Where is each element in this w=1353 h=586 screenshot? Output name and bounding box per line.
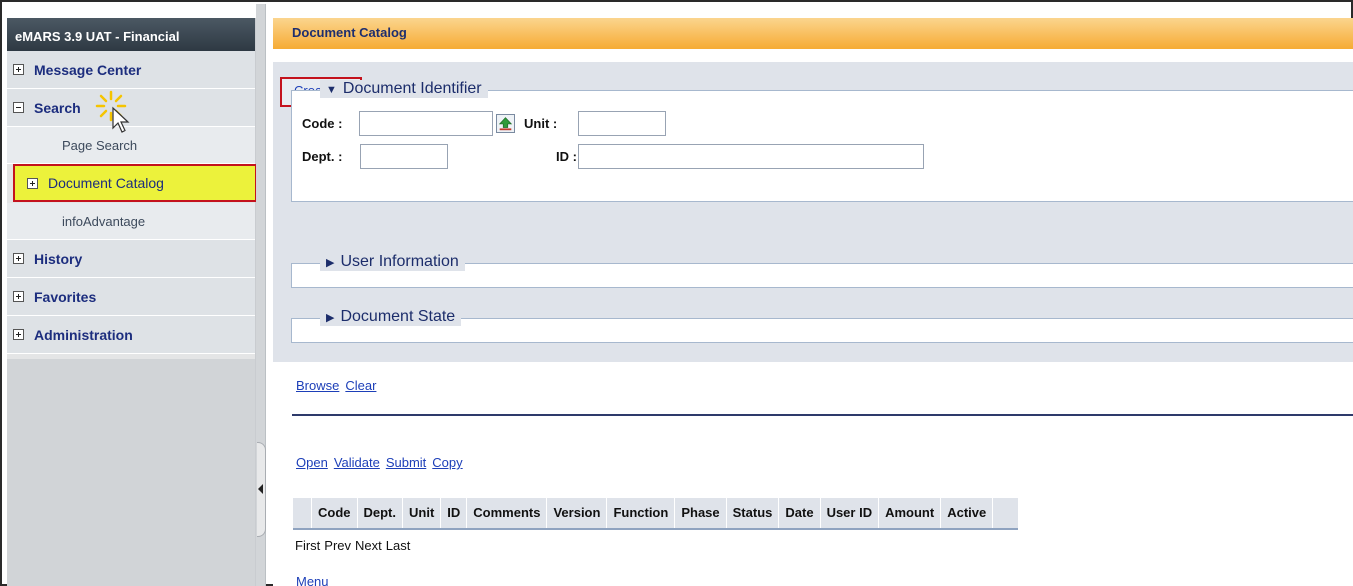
- open-link[interactable]: Open: [296, 455, 328, 470]
- section-toggle-user-information[interactable]: ▶ User Information: [320, 253, 465, 271]
- expand-icon: [13, 291, 24, 302]
- document-actions: Open Validate Submit Copy: [296, 455, 469, 470]
- results-table-header: Code Dept. Unit ID Comments Version Func…: [293, 498, 1019, 530]
- copy-link[interactable]: Copy: [432, 455, 462, 470]
- application-window: eMARS 3.9 UAT - Financial Message Center…: [0, 0, 1353, 586]
- expand-icon: [13, 64, 24, 75]
- sidebar-item-document-catalog[interactable]: Document Catalog: [13, 164, 257, 202]
- column-header-amount[interactable]: Amount: [879, 498, 942, 528]
- sidebar-item-history[interactable]: History: [7, 240, 255, 278]
- expand-icon: [13, 329, 24, 340]
- main-content: Document Catalog Create ▼Document Identi…: [273, 18, 1353, 586]
- sidebar-item-label: Page Search: [62, 137, 138, 153]
- validate-link[interactable]: Validate: [334, 455, 380, 470]
- column-header-status[interactable]: Status: [727, 498, 780, 528]
- user-information-section: ▶ User Information: [291, 253, 1353, 288]
- mouse-pointer-icon: [112, 106, 130, 133]
- unit-input[interactable]: [578, 111, 666, 136]
- pager-first[interactable]: First: [295, 538, 320, 553]
- document-identifier-section: ▼ Document Identifier Code : Unit : Dept.…: [291, 80, 1353, 202]
- column-header-version[interactable]: Version: [547, 498, 608, 528]
- row-selector-column: [293, 498, 312, 528]
- code-input[interactable]: [359, 111, 493, 136]
- app-title: eMARS 3.9 UAT - Financial: [7, 18, 255, 51]
- search-area: Create ▼Document Identifier Code : Unit …: [273, 62, 1353, 362]
- sidebar-item-label: Search: [34, 99, 81, 116]
- browse-link[interactable]: Browse: [296, 378, 339, 393]
- unit-label: Unit :: [524, 116, 558, 131]
- arrow-left-icon: [258, 484, 263, 494]
- search-actions: Browse Clear: [296, 378, 382, 393]
- expand-icon: [13, 253, 24, 264]
- sidebar-item-infoadvantage[interactable]: infoAdvantage: [7, 203, 255, 240]
- id-input[interactable]: [578, 144, 924, 169]
- id-label: ID :: [556, 149, 577, 164]
- section-toggle-document-state[interactable]: ▶ Document State: [320, 308, 462, 326]
- expand-icon: [27, 177, 38, 189]
- triangle-down-icon: ▼: [326, 84, 337, 96]
- section-toggle-document-identifier[interactable]: ▼ Document Identifier: [320, 80, 488, 98]
- sidebar-nav: Message Center Search Page Search Docume…: [7, 51, 257, 354]
- column-header-function[interactable]: Function: [607, 498, 676, 528]
- column-header-user-id[interactable]: User ID: [821, 498, 880, 528]
- code-label: Code :: [302, 116, 343, 131]
- sidebar-empty-area: [7, 359, 255, 586]
- column-header-phase[interactable]: Phase: [675, 498, 727, 528]
- menu-link-container: Menu: [296, 574, 335, 586]
- column-header-id[interactable]: ID: [441, 498, 468, 528]
- dept-label: Dept. :: [302, 149, 343, 164]
- sidebar-item-label: Document Catalog: [48, 175, 164, 191]
- sidebar-item-label: Administration: [34, 326, 133, 343]
- lookup-arrow-icon[interactable]: [496, 114, 515, 133]
- collapse-icon: [13, 102, 24, 113]
- sidebar-item-label: Favorites: [34, 288, 97, 305]
- clear-link[interactable]: Clear: [345, 378, 376, 393]
- sidebar-item-label: Message Center: [34, 61, 142, 78]
- sidebar-item-label: History: [34, 250, 83, 267]
- pagination: First Prev Next Last: [295, 538, 414, 553]
- table-header-end: [993, 498, 1018, 528]
- divider: [292, 414, 1353, 416]
- submit-link[interactable]: Submit: [386, 455, 426, 470]
- pager-next[interactable]: Next: [355, 538, 382, 553]
- column-header-date[interactable]: Date: [779, 498, 821, 528]
- sidebar-item-favorites[interactable]: Favorites: [7, 278, 255, 316]
- sidebar-item-label: infoAdvantage: [62, 213, 146, 229]
- pager-prev[interactable]: Prev: [324, 538, 351, 553]
- sidebar-item-administration[interactable]: Administration: [7, 316, 255, 354]
- document-state-section: ▶ Document State: [291, 308, 1353, 343]
- column-header-dept[interactable]: Dept.: [358, 498, 403, 528]
- menu-link[interactable]: Menu: [296, 574, 329, 586]
- sidebar: eMARS 3.9 UAT - Financial Message Center…: [7, 18, 257, 586]
- column-header-active[interactable]: Active: [941, 498, 994, 528]
- triangle-right-icon: ▶: [326, 257, 335, 269]
- pager-last[interactable]: Last: [386, 538, 411, 553]
- triangle-right-icon: ▶: [326, 312, 335, 324]
- page-title: Document Catalog: [273, 18, 1353, 49]
- column-header-comments[interactable]: Comments: [467, 498, 548, 528]
- column-header-code[interactable]: Code: [312, 498, 358, 528]
- column-header-unit[interactable]: Unit: [403, 498, 442, 528]
- sidebar-item-message-center[interactable]: Message Center: [7, 51, 255, 89]
- dept-input[interactable]: [360, 144, 448, 169]
